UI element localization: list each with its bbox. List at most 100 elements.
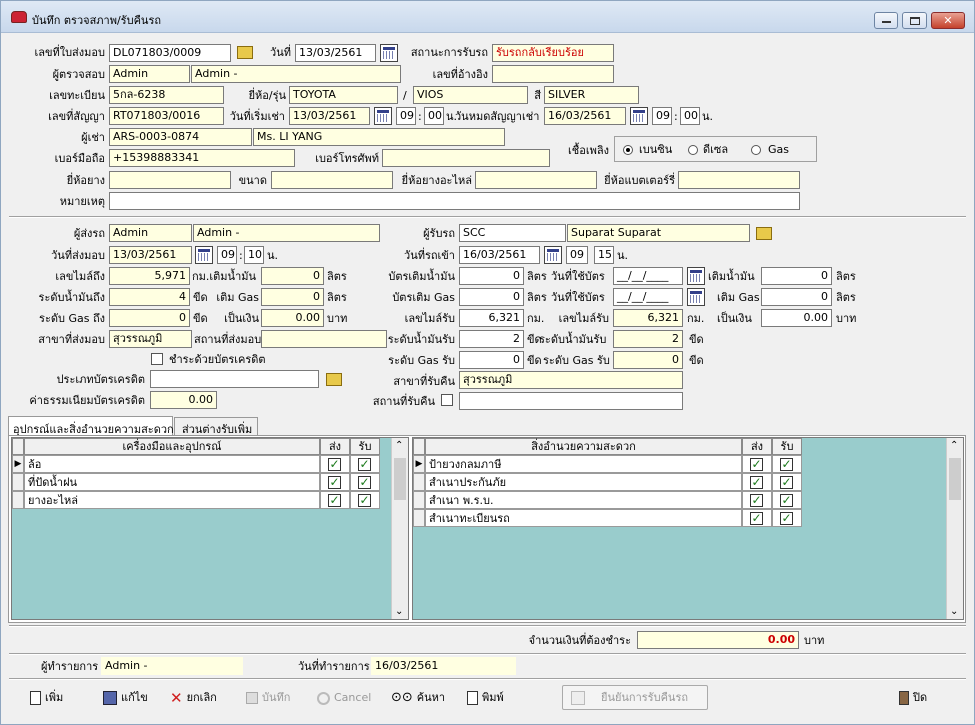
renter-code-field[interactable]: ARS-0003-0874 (109, 128, 252, 146)
end-minute-field[interactable]: 00 (680, 107, 700, 125)
gas-in2-field[interactable]: 0 (613, 351, 683, 369)
model-field[interactable]: VIOS (413, 86, 528, 104)
fuel-radio-gas[interactable] (751, 145, 761, 155)
send-place-field[interactable] (261, 330, 387, 348)
fuel-in-field[interactable]: 2 (459, 330, 524, 348)
recv-checkbox[interactable]: ✓ (780, 494, 793, 507)
card-type-field[interactable] (150, 370, 319, 388)
phone-field[interactable] (382, 149, 550, 167)
grid-row-name[interactable]: สำเนาประกันภัย (425, 473, 742, 491)
send-date-field[interactable]: 13/03/2561 (109, 246, 192, 264)
receiver-name-field[interactable]: Suparat Suparat (567, 224, 750, 242)
ref-no-field[interactable] (492, 65, 614, 83)
vertical-scrollbar[interactable]: ⌃ ⌄ (946, 438, 963, 619)
send-checkbox[interactable]: ✓ (328, 458, 341, 471)
send-checkbox[interactable]: ✓ (328, 494, 341, 507)
send-checkbox[interactable]: ✓ (750, 458, 763, 471)
recv-place-checkbox[interactable] (441, 394, 453, 406)
recv-checkbox[interactable]: ✓ (358, 494, 371, 507)
recv-place-field[interactable] (459, 392, 683, 410)
grid-row-name[interactable]: ป้ายวงกลมภาษี (425, 455, 742, 473)
grid-row-name[interactable]: สำเนาทะเบียนรถ (425, 509, 742, 527)
gas-add-field[interactable]: 0 (261, 288, 324, 306)
close-button[interactable]: ✕ (931, 12, 965, 29)
scroll-up-icon[interactable]: ⌃ (395, 440, 403, 451)
recv-checkbox[interactable]: ✓ (780, 458, 793, 471)
recv-checkbox[interactable]: ✓ (358, 458, 371, 471)
fuel-radio-benzine[interactable] (623, 145, 633, 155)
end-hour-field[interactable]: 09 (652, 107, 672, 125)
grid-row-selector[interactable]: ▶ (413, 455, 425, 473)
minimize-button[interactable] (874, 12, 898, 29)
mileage-in-field[interactable]: 6,321 (459, 309, 524, 327)
save-button[interactable]: บันทึก (246, 686, 290, 710)
grid-row-name[interactable]: สำเนา พ.ร.บ. (425, 491, 742, 509)
confirm-return-button[interactable]: ยืนยันการรับคืนรถ (562, 685, 708, 710)
folder-search-icon[interactable] (237, 46, 253, 59)
calendar-icon[interactable] (374, 107, 392, 125)
start-minute-field[interactable]: 00 (424, 107, 444, 125)
fee-field[interactable]: 0.00 (150, 391, 217, 409)
edit-button[interactable]: แก้ไข (103, 686, 148, 710)
tire-brand-field[interactable] (109, 171, 231, 189)
brand-field[interactable]: TOYOTA (289, 86, 398, 104)
recv-minute-field[interactable]: 15 (594, 246, 614, 264)
renter-name-field[interactable]: Ms. LI YANG (253, 128, 505, 146)
card-date-field[interactable]: __/__/____ (613, 267, 683, 285)
fuel-level-field[interactable]: 4 (109, 288, 190, 306)
spare-brand-field[interactable] (475, 171, 597, 189)
folder-search-icon[interactable] (756, 227, 772, 240)
send-checkbox[interactable]: ✓ (328, 476, 341, 489)
gas-in-field[interactable]: 0 (459, 351, 524, 369)
fuel-in2-field[interactable]: 2 (613, 330, 683, 348)
grid-row-selector[interactable] (12, 491, 24, 509)
mobile-field[interactable]: +15398883341 (109, 149, 295, 167)
recv-checkbox[interactable]: ✓ (780, 512, 793, 525)
recv-hour-field[interactable]: 09 (566, 246, 588, 264)
send-amount-field[interactable]: 0.00 (261, 309, 324, 327)
sender-code-field[interactable]: Admin (109, 224, 192, 242)
calendar-icon[interactable] (687, 288, 705, 306)
scroll-down-icon[interactable]: ⌄ (395, 606, 403, 617)
contract-no-field[interactable]: RT071803/0016 (109, 107, 224, 125)
grid-row-name[interactable]: ยางอะไหล่ (24, 491, 320, 509)
calendar-icon[interactable] (630, 107, 648, 125)
send-checkbox[interactable]: ✓ (750, 494, 763, 507)
vertical-scrollbar[interactable]: ⌃ ⌄ (391, 438, 408, 619)
send-checkbox[interactable]: ✓ (750, 476, 763, 489)
maximize-button[interactable] (902, 12, 927, 29)
inspector-code-field[interactable]: Admin (109, 65, 190, 83)
recv-date-field[interactable]: 16/03/2561 (459, 246, 540, 264)
scroll-down-icon[interactable]: ⌄ (950, 606, 958, 617)
recv-branch-field[interactable]: สุวรรณภูมิ (459, 371, 683, 389)
inspector-name-field[interactable]: Admin - (191, 65, 401, 83)
scrollbar-thumb[interactable] (949, 458, 961, 500)
gas-card-field[interactable]: 0 (459, 288, 524, 306)
card-date-field[interactable]: __/__/____ (613, 288, 683, 306)
send-branch-field[interactable]: สุวรรณภูมิ (109, 330, 192, 348)
regas-field[interactable]: 0 (761, 288, 832, 306)
plate-field[interactable]: 5กล-6238 (109, 86, 224, 104)
pay-credit-checkbox[interactable] (151, 353, 163, 365)
search-button[interactable]: ⊙⊙ ค้นหา (391, 686, 445, 710)
sender-name-field[interactable]: Admin - (193, 224, 380, 242)
calendar-icon[interactable] (195, 246, 213, 264)
calendar-icon[interactable] (687, 267, 705, 285)
grid-row-name[interactable]: ล้อ (24, 455, 320, 473)
print-button[interactable]: พิมพ์ (467, 686, 504, 710)
send-checkbox[interactable]: ✓ (750, 512, 763, 525)
add-button[interactable]: เพิ่ม (30, 686, 63, 710)
rent-start-field[interactable]: 13/03/2561 (289, 107, 370, 125)
fuel-card-field[interactable]: 0 (459, 267, 524, 285)
battery-field[interactable] (678, 171, 800, 189)
grid-row-selector[interactable] (12, 473, 24, 491)
size-field[interactable] (271, 171, 393, 189)
mileage-in2-field[interactable]: 6,321 (613, 309, 683, 327)
cancel-document-button[interactable]: ✕ ยกเลิก (170, 686, 217, 710)
tab-equipment[interactable]: อุปกรณ์และสิ่งอำนวยความสะดวก (8, 416, 174, 436)
mileage-field[interactable]: 5,971 (109, 267, 190, 285)
grid-row-selector[interactable] (413, 509, 425, 527)
recv-checkbox[interactable]: ✓ (358, 476, 371, 489)
cancel-button[interactable]: Cancel (317, 686, 371, 710)
grid-row-selector[interactable] (413, 473, 425, 491)
